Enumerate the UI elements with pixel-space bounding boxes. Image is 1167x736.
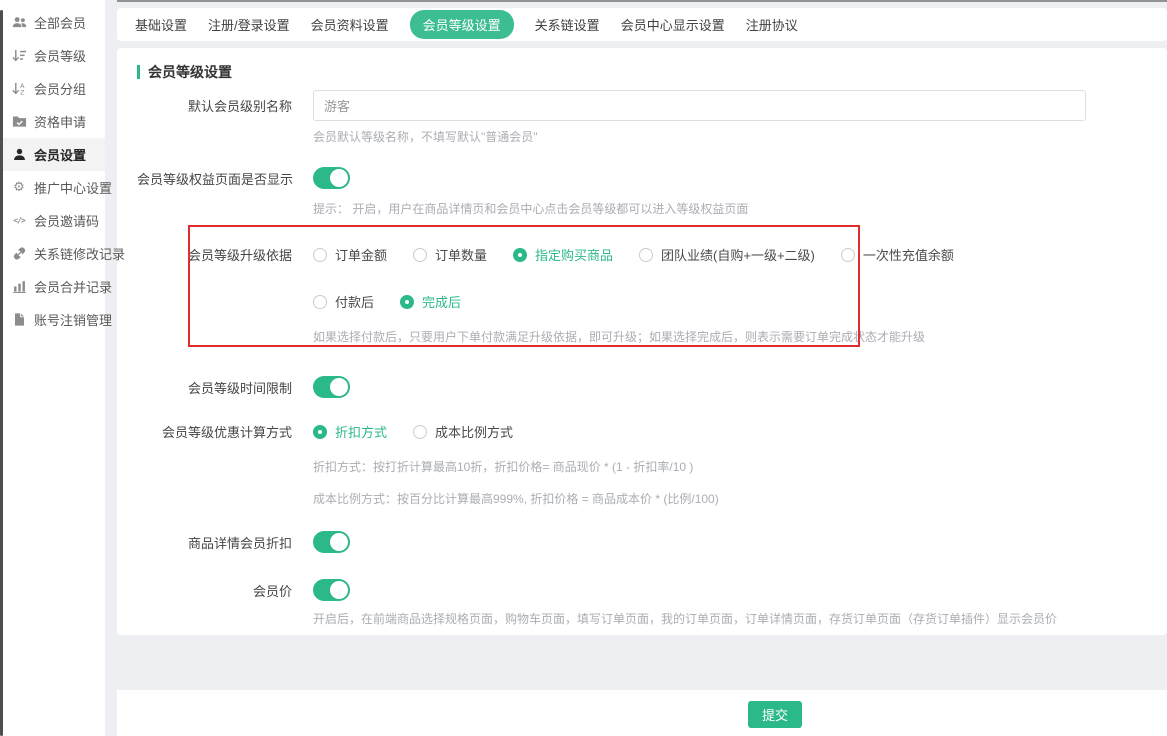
radio-order-amount[interactable]: 订单金额 — [313, 245, 387, 264]
sidebar-item-all-members[interactable]: 全部会员 — [0, 6, 105, 39]
tab-register-login-settings[interactable]: 注册/登录设置 — [208, 15, 290, 34]
rights-page-row: 会员等级权益页面是否显示 — [137, 167, 1167, 189]
top-divider — [117, 0, 1167, 2]
radio-icon — [313, 295, 327, 309]
sidebar-item-label: 推广中心设置 — [34, 178, 112, 197]
cost-ratio-helper: 成本比例方式：按百分比计算最高999%, 折扣价格 = 商品成本价 * (比例/… — [313, 490, 1167, 507]
sidebar-item-label: 会员设置 — [34, 145, 86, 164]
default-level-name-input[interactable] — [313, 90, 1086, 121]
time-limit-label: 会员等级时间限制 — [137, 378, 292, 397]
upgrade-basis-label: 会员等级升级依据 — [137, 245, 292, 264]
submit-button[interactable]: 提交 — [748, 701, 802, 728]
time-limit-row: 会员等级时间限制 — [137, 376, 1167, 398]
bar-chart-icon — [11, 279, 27, 295]
sidebar-item-label: 会员合并记录 — [34, 277, 112, 296]
member-price-label: 会员价 — [137, 581, 292, 600]
tab-member-center-display[interactable]: 会员中心显示设置 — [621, 15, 725, 34]
tab-member-profile-settings[interactable]: 会员资料设置 — [311, 15, 389, 34]
vertical-scrollbar[interactable] — [0, 10, 3, 736]
sidebar-item-member-settings[interactable]: 会员设置 — [0, 138, 105, 171]
link-icon — [11, 246, 27, 262]
sidebar-item-label: 会员等级 — [34, 46, 86, 65]
upgrade-timing-radio-group: 付款后 完成后 — [313, 292, 461, 311]
sidebar-item-relation-log[interactable]: 关系链修改记录 — [0, 237, 105, 270]
rights-page-label: 会员等级权益页面是否显示 — [137, 169, 292, 188]
users-icon — [11, 15, 27, 31]
member-price-helper: 开启后，在前端商品选择规格页面，购物车页面，填写订单页面，我的订单页面，订单详情… — [313, 610, 1167, 627]
radio-cost-ratio-mode[interactable]: 成本比例方式 — [413, 422, 513, 441]
sidebar-item-qualification[interactable]: 资格申请 — [0, 105, 105, 138]
radio-checked-icon — [400, 295, 414, 309]
radio-specified-products[interactable]: 指定购买商品 — [513, 245, 613, 264]
sidebar-item-label: 关系链修改记录 — [34, 244, 125, 263]
tab-relation-chain-settings[interactable]: 关系链设置 — [535, 15, 600, 34]
radio-icon — [413, 248, 427, 262]
settings-tabbar: 基础设置 注册/登录设置 会员资料设置 会员等级设置 关系链设置 会员中心显示设… — [117, 8, 1167, 41]
default-level-name-row: 默认会员级别名称 — [137, 90, 1167, 121]
file-icon — [11, 312, 27, 328]
sidebar-item-promotion-center[interactable]: ⚙ 推广中心设置 — [0, 171, 105, 204]
sidebar-item-account-cancel[interactable]: 账号注销管理 — [0, 303, 105, 336]
sidebar-item-label: 会员分组 — [34, 79, 86, 98]
upgrade-basis-radio-group: 订单金额 订单数量 指定购买商品 团队业绩(自购+一级+二级) — [313, 245, 954, 264]
discount-mode-label: 会员等级优惠计算方式 — [137, 422, 292, 441]
member-price-toggle[interactable] — [313, 579, 350, 601]
discount-mode-row: 会员等级优惠计算方式 折扣方式 成本比例方式 — [137, 422, 1167, 441]
rights-page-toggle[interactable] — [313, 167, 350, 189]
time-limit-toggle[interactable] — [313, 376, 350, 398]
radio-icon — [639, 248, 653, 262]
sidebar-item-label: 全部会员 — [34, 13, 86, 32]
sidebar-item-member-group[interactable]: AZ 会员分组 — [0, 72, 105, 105]
radio-checked-icon — [313, 425, 327, 439]
user-icon — [11, 147, 27, 163]
tab-register-agreement[interactable]: 注册协议 — [746, 15, 798, 34]
radio-after-completion[interactable]: 完成后 — [400, 292, 461, 311]
page: 全部会员 会员等级 AZ 会员分组 资格申请 会员设置 ⚙ 推广中心设置 </>… — [0, 0, 1167, 736]
sort-descending-icon — [11, 48, 27, 64]
sidebar-item-merge-log[interactable]: 会员合并记录 — [0, 270, 105, 303]
section-header: 会员等级设置 — [117, 48, 1167, 82]
footer-bar: 提交 — [117, 690, 1167, 736]
member-level-settings-panel: 会员等级设置 默认会员级别名称 会员默认等级名称，不填写默认"普通会员" 会员等… — [117, 48, 1167, 635]
sidebar: 全部会员 会员等级 AZ 会员分组 资格申请 会员设置 ⚙ 推广中心设置 </>… — [0, 0, 105, 736]
radio-after-payment[interactable]: 付款后 — [313, 292, 374, 311]
gear-icon: ⚙ — [11, 180, 27, 196]
code-icon: </> — [11, 213, 27, 229]
sidebar-item-invite-code[interactable]: </> 会员邀请码 — [0, 204, 105, 237]
rights-page-helper: 提示： 开启，用户在商品详情页和会员中心点击会员等级都可以进入等级权益页面 — [313, 200, 1167, 217]
radio-team-performance[interactable]: 团队业绩(自购+一级+二级) — [639, 245, 815, 264]
tab-member-level-settings[interactable]: 会员等级设置 — [410, 10, 514, 39]
folder-check-icon — [11, 114, 27, 130]
sidebar-item-label: 账号注销管理 — [34, 310, 112, 329]
radio-icon — [841, 248, 855, 262]
default-level-name-label: 默认会员级别名称 — [137, 96, 292, 115]
sidebar-item-member-level[interactable]: 会员等级 — [0, 39, 105, 72]
radio-order-count[interactable]: 订单数量 — [413, 245, 487, 264]
radio-icon — [313, 248, 327, 262]
upgrade-timing-helper: 如果选择付款后，只要用户下单付款满足升级依据，即可升级；如果选择完成后，则表示需… — [313, 328, 1167, 345]
sort-alpha-icon: AZ — [11, 81, 27, 97]
upgrade-timing-row: 付款后 完成后 — [137, 292, 1167, 311]
page-title: 会员等级设置 — [148, 62, 232, 82]
radio-one-time-recharge[interactable]: 一次性充值余额 — [841, 245, 954, 264]
radio-icon — [413, 425, 427, 439]
detail-discount-row: 商品详情会员折扣 — [137, 531, 1167, 553]
sidebar-item-label: 资格申请 — [34, 112, 86, 131]
discount-mode-helper: 折扣方式：按打折计算最高10折，折扣价格= 商品现价 * (1 - 折扣率/10… — [313, 458, 1167, 475]
discount-mode-radio-group: 折扣方式 成本比例方式 — [313, 422, 513, 441]
member-price-row: 会员价 — [137, 579, 1167, 601]
detail-discount-toggle[interactable] — [313, 531, 350, 553]
upgrade-basis-row: 会员等级升级依据 订单金额 订单数量 指定购买商品 — [137, 245, 1167, 264]
svg-text:Z: Z — [19, 89, 24, 96]
settings-form: 默认会员级别名称 会员默认等级名称，不填写默认"普通会员" 会员等级权益页面是否… — [117, 90, 1167, 627]
radio-discount-mode[interactable]: 折扣方式 — [313, 422, 387, 441]
detail-discount-label: 商品详情会员折扣 — [137, 533, 292, 552]
sidebar-item-label: 会员邀请码 — [34, 211, 99, 230]
section-accent-bar — [137, 65, 140, 79]
tab-basic-settings[interactable]: 基础设置 — [135, 15, 187, 34]
radio-checked-icon — [513, 248, 527, 262]
default-level-name-helper: 会员默认等级名称，不填写默认"普通会员" — [313, 128, 1167, 145]
